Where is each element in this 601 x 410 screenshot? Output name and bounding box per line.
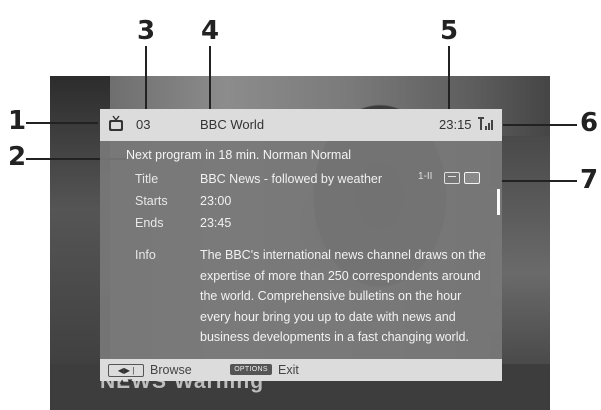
title-value: BBC News - followed by weather [200,172,383,186]
mail-icon [464,172,480,184]
info-label: Info [135,248,156,262]
program-feature-icons: 1-II [418,169,498,185]
info-line: the world. Comprehensive bulletins on th… [200,289,462,303]
callout-4: 4 [201,16,220,46]
callout-line-7 [500,180,577,182]
starts-value: 23:00 [200,194,232,208]
dual-audio-indicator: 1-II [418,171,433,182]
panel-body: Next program in 18 min. Norman Normal Ti… [100,141,502,359]
channel-name: BBC World [200,117,265,132]
ends-label: Ends [135,216,164,230]
next-program-text: Next program in 18 min. Norman Normal [126,148,352,162]
info-line: every hour bring you up to date with new… [200,309,456,324]
callout-line-1 [26,122,98,124]
callout-line-4 [209,46,211,112]
options-key-icon: OPTIONS [230,364,272,375]
callout-6: 6 [580,108,599,138]
tv-icon [109,115,123,131]
callout-line-5 [448,46,450,112]
info-description: The BBC's international news channel dra… [200,245,490,348]
callout-1: 1 [8,106,27,136]
exit-label[interactable]: Exit [278,362,299,378]
panel-header: 03 BBC World 23:15 [100,109,502,141]
browse-key-icon: ◀▶ | ▲▼ [108,364,144,386]
callout-7: 7 [580,165,599,195]
subtitle-icon [444,172,460,184]
channel-number: 03 [136,117,151,132]
panel-footer: ◀▶ | ▲▼ Browse OPTIONS Exit [100,359,502,386]
info-line: business developments in a fast changing… [200,330,469,344]
browse-label[interactable]: Browse [150,362,192,378]
title-label: Title [135,172,159,186]
callout-line-3 [145,46,147,112]
callout-line-6 [503,124,577,126]
callout-2: 2 [8,142,27,172]
starts-label: Starts [135,194,168,208]
scrollbar[interactable] [497,189,500,215]
info-line: expertise of more than 250 correspondent… [200,268,481,283]
program-info-panel: 03 BBC World 23:15 Next program in 18 mi… [100,109,502,386]
callout-3: 3 [137,16,156,46]
clock-time: 23:15 [439,117,472,132]
signal-icon [478,117,493,130]
callout-5: 5 [440,16,459,46]
info-line: The BBC's international news channel dra… [200,248,486,262]
ends-value: 23:45 [200,216,232,230]
